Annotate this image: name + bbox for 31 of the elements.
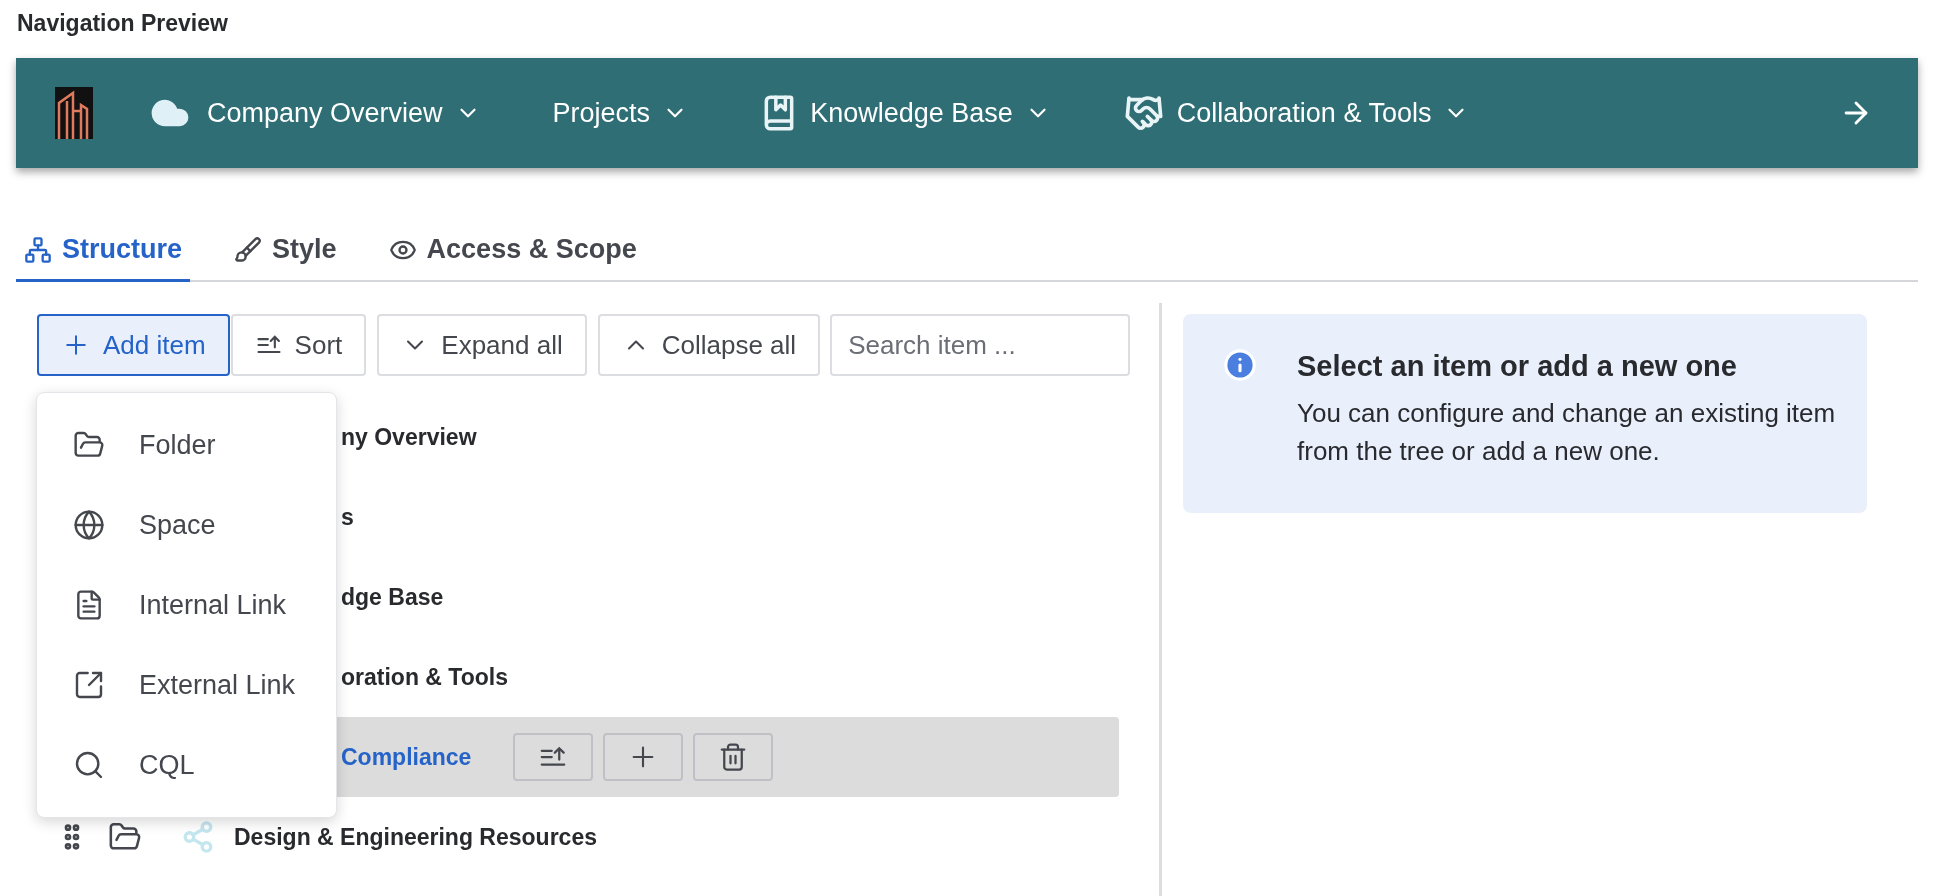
network-icon: [181, 820, 215, 854]
info-icon: [1223, 348, 1257, 382]
tree-item-label: Compliance: [341, 742, 472, 772]
tree-item-label: s: [341, 502, 354, 532]
toolbar-button[interactable]: Sort: [230, 314, 367, 376]
search-icon: [73, 749, 105, 781]
toolbar-button[interactable]: Expand all: [377, 314, 587, 376]
toolbar-button[interactable]: Collapse all: [597, 314, 821, 376]
info-text: You can configure and change an existing item from the tree or add a new one.: [1297, 397, 1837, 468]
toolbar-button[interactable]: Add item: [37, 314, 230, 376]
tree-item-label: Design & Engineering Resources: [234, 822, 597, 852]
globe-icon: [73, 509, 105, 541]
page-title: Navigation Preview: [16, 9, 228, 38]
nav-menu-item[interactable]: Company Overview: [145, 92, 481, 134]
search-field[interactable]: Search item ...: [830, 314, 1131, 376]
tree-item-label: oration & Tools: [341, 662, 508, 692]
nav-menu-item[interactable]: Collaboration & Tools: [1122, 92, 1470, 134]
hierarchy-icon: [24, 235, 52, 264]
info-title: Select an item or add a new one: [1297, 349, 1738, 384]
logo-icon: [55, 87, 93, 139]
sort-button[interactable]: [513, 733, 594, 781]
nav-menu-item[interactable]: Knowledge Base: [760, 92, 1051, 134]
brush-icon: [234, 235, 263, 264]
tab[interactable]: Structure: [16, 220, 191, 282]
tree-item-label: ny Overview: [341, 422, 477, 452]
tab[interactable]: Style: [226, 220, 345, 282]
external-link-icon: [73, 669, 105, 701]
tree-item-label: dge Base: [341, 582, 444, 612]
tab[interactable]: Access & Scope: [380, 220, 645, 282]
nav-menu-item[interactable]: Projects: [552, 92, 689, 134]
delete-button[interactable]: [693, 733, 774, 781]
